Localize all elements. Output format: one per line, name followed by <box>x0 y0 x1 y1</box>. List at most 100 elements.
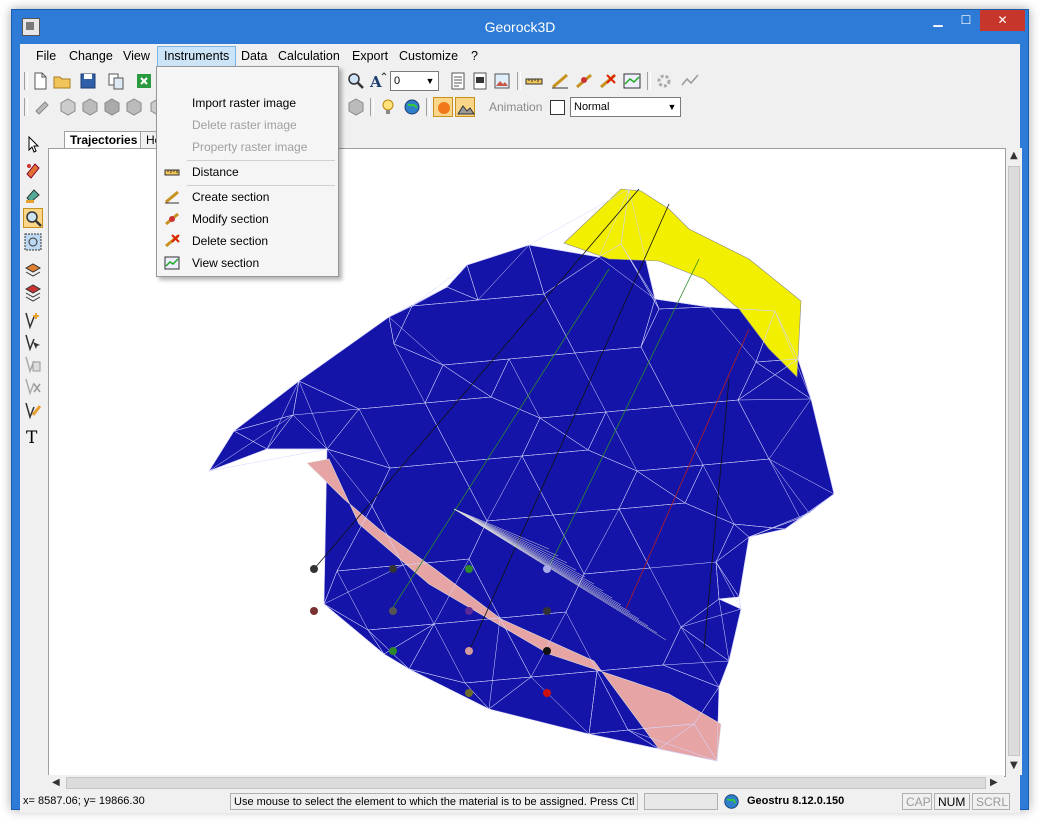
zoom-area-tool-button[interactable] <box>23 208 43 228</box>
horizontal-scrollbar[interactable]: ◀ ▶ <box>48 775 1004 791</box>
cube-icon <box>126 98 142 116</box>
split-tool-button[interactable] <box>23 376 43 396</box>
menu-instruments[interactable]: Instruments <box>157 46 237 68</box>
menu-item-label: Delete section <box>192 234 269 248</box>
menu-data[interactable]: Data <box>235 46 273 66</box>
close-button[interactable]: ✕ <box>980 10 1025 31</box>
sphere-icon <box>438 102 450 114</box>
scroll-right-icon[interactable]: ▶ <box>990 777 998 788</box>
view-cube-3d-button[interactable] <box>346 97 366 117</box>
move-vertex-tool-button[interactable] <box>23 332 43 352</box>
delete-vertex-tool-button[interactable] <box>23 354 43 374</box>
menu-import-raster-image[interactable]: Import raster image <box>159 92 336 114</box>
menu-calculation[interactable]: Calculation <box>272 46 346 66</box>
image-export-button[interactable] <box>492 71 512 91</box>
minimize-button[interactable]: ▁ <box>924 10 952 31</box>
profile-button[interactable] <box>680 71 700 91</box>
zoom-extents-tool-button[interactable] <box>23 232 43 252</box>
delete-section-icon <box>600 73 616 89</box>
menu-file[interactable]: File <box>30 46 62 66</box>
text-tool-button[interactable]: T <box>23 426 43 446</box>
document-button[interactable] <box>448 71 468 91</box>
menu-modify-section[interactable]: Modify section <box>159 208 336 230</box>
toolbar-separator <box>370 98 374 116</box>
excel-export-button[interactable] <box>134 71 154 91</box>
distance-tool-button[interactable] <box>524 71 544 91</box>
rock-point <box>465 565 473 573</box>
rock-point <box>543 689 551 697</box>
stratum-icon <box>24 284 42 302</box>
copy-icon <box>108 73 124 90</box>
zoom-icon <box>26 211 42 227</box>
menu-help[interactable]: ? <box>465 46 484 66</box>
vertex-add-icon <box>25 312 39 330</box>
font-size-select[interactable]: 0 ▼ <box>390 71 439 91</box>
settings-button[interactable] <box>654 71 674 91</box>
maximize-button[interactable]: ☐ <box>952 10 980 31</box>
excel-icon <box>137 74 151 88</box>
vertical-scroll-thumb[interactable] <box>1008 166 1020 756</box>
menu-delete-section[interactable]: Delete section <box>159 230 336 252</box>
save-button[interactable] <box>78 71 98 91</box>
render-mode-value: Normal <box>574 101 610 113</box>
scroll-left-icon[interactable]: ◀ <box>52 777 60 788</box>
menu-view[interactable]: View <box>117 46 156 66</box>
rotate-view-button[interactable] <box>32 97 52 117</box>
menu-item-label: Property raster image <box>192 140 308 154</box>
rock-point <box>465 607 473 615</box>
globe-button[interactable] <box>402 97 422 117</box>
paint-tool-button[interactable] <box>23 186 43 206</box>
view-cube-front-button[interactable] <box>58 97 78 117</box>
report-button[interactable] <box>470 71 490 91</box>
edit-line-tool-button[interactable] <box>23 400 43 420</box>
delete-section-icon <box>164 233 180 249</box>
render-mode-select[interactable]: Normal ▼ <box>570 97 681 117</box>
tab-trajectories[interactable]: Trajectories <box>64 131 144 149</box>
view-cube-top-button[interactable] <box>80 97 100 117</box>
menu-customize[interactable]: Customize <box>393 46 464 66</box>
draw-vertex-tool-button[interactable] <box>23 310 43 330</box>
title-bar[interactable]: Georock3D ▁ ☐ ✕ <box>12 10 1028 44</box>
view-cube-iso-button[interactable] <box>124 97 144 117</box>
light-button[interactable] <box>378 97 398 117</box>
view-cube-side-button[interactable] <box>102 97 122 117</box>
split-icon <box>25 378 41 396</box>
view-section-button[interactable] <box>622 71 642 91</box>
delete-section-button[interactable] <box>598 71 618 91</box>
menu-view-section[interactable]: View section <box>159 252 336 274</box>
window-title: Georock3D <box>484 19 556 35</box>
copy-button[interactable] <box>106 71 126 91</box>
vertical-scrollbar[interactable]: ▲ ▼ <box>1006 148 1022 775</box>
layers-tool-button[interactable] <box>23 260 43 280</box>
menu-delete-raster-image[interactable]: Delete raster image <box>159 114 336 136</box>
globe-icon <box>723 793 740 810</box>
select-tool-button[interactable] <box>23 134 43 154</box>
modify-section-button[interactable] <box>574 71 594 91</box>
scroll-up-icon[interactable]: ▲ <box>1010 150 1018 161</box>
menu-create-section[interactable]: Create section <box>159 186 336 208</box>
terrain-render-button[interactable] <box>455 97 475 117</box>
menu-change[interactable]: Change <box>63 46 119 66</box>
animation-checkbox[interactable] <box>550 100 565 115</box>
shading-button[interactable] <box>433 97 453 117</box>
scroll-down-icon[interactable]: ▼ <box>1010 760 1018 771</box>
horizontal-scroll-thumb[interactable] <box>66 777 986 789</box>
menu-export[interactable]: Export <box>346 46 394 66</box>
material-tool-button[interactable] <box>23 160 43 180</box>
open-file-button[interactable] <box>52 71 72 91</box>
menu-distance[interactable]: Distance <box>159 161 336 183</box>
menu-bar: File Change View Instruments Data Calcul… <box>20 46 1020 68</box>
toolbar-separator <box>647 72 651 90</box>
zoom-extents-icon <box>24 233 42 251</box>
menu-item-label: View section <box>192 256 260 270</box>
create-section-button[interactable] <box>550 71 570 91</box>
menu-property-raster-image[interactable]: Property raster image <box>159 136 336 158</box>
menu-item-label: Delete raster image <box>192 118 297 132</box>
font-size-button[interactable]: A <box>368 71 388 91</box>
material-icon <box>26 163 40 179</box>
new-file-button[interactable] <box>30 71 50 91</box>
stratum-tool-button[interactable] <box>23 282 43 302</box>
toolbar-grip[interactable] <box>24 98 28 116</box>
toolbar-grip[interactable] <box>24 72 28 90</box>
zoom-tool-button[interactable] <box>346 71 366 91</box>
